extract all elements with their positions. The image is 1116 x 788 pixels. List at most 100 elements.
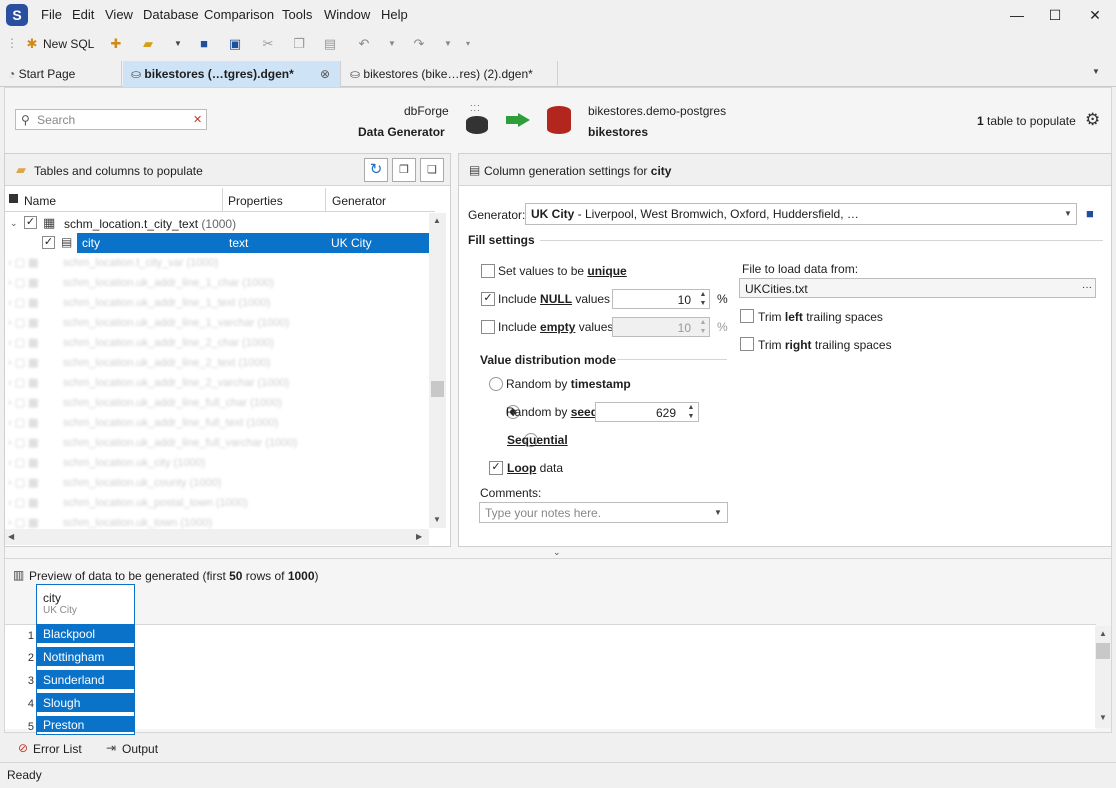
scroll-down-icon[interactable]: ▼ xyxy=(433,515,441,524)
comments-dropdown-icon[interactable]: ▼ xyxy=(714,503,722,523)
error-list-tab[interactable]: Error List xyxy=(33,742,82,756)
open-dropdown-icon[interactable]: ▼ xyxy=(170,36,186,52)
list-item[interactable]: › ▢ ▦ schm_location.uk_addr_line_full_cha… xyxy=(8,393,428,413)
cut-icon[interactable]: ✂ xyxy=(260,36,276,52)
preview-scroll-down-icon[interactable]: ▼ xyxy=(1099,713,1107,722)
tab-bikestores-active[interactable]: ⛀ bikestores (…tgres).dgen* ⊗ xyxy=(123,61,341,87)
horizontal-scrollbar[interactable] xyxy=(5,529,429,545)
redo-icon[interactable]: ↷ xyxy=(411,36,427,52)
open-folder-icon[interactable]: ▰ xyxy=(140,36,156,52)
menu-window[interactable]: Window xyxy=(324,7,370,22)
column-header-generator[interactable]: Generator xyxy=(332,194,386,208)
target-database: bikestores xyxy=(588,125,649,139)
table-grid-icon: ▦ xyxy=(43,215,56,230)
new-sql-button[interactable]: New SQL xyxy=(43,37,94,51)
status-bar xyxy=(0,762,1116,788)
selected-column-row[interactable]: city text UK City xyxy=(77,233,429,253)
preview-cell[interactable]: Nottingham xyxy=(37,647,134,668)
paste-icon[interactable]: ▤ xyxy=(322,36,338,52)
null-percent-input[interactable]: 10 xyxy=(612,289,710,309)
scroll-left-icon[interactable]: ◀ xyxy=(8,532,14,541)
status-text: Ready xyxy=(7,768,42,782)
trim-left-checkbox[interactable] xyxy=(740,309,754,323)
tabs-dropdown-icon[interactable]: ▼ xyxy=(1092,67,1100,76)
list-item[interactable]: › ▢ ▦ schm_location.t_city_var (1000) xyxy=(8,253,428,273)
unique-checkbox[interactable] xyxy=(481,264,495,278)
clear-search-icon[interactable]: ✕ xyxy=(193,110,202,130)
refresh-button[interactable]: ↻ xyxy=(364,158,388,182)
scroll-up-icon[interactable]: ▲ xyxy=(433,216,441,225)
list-item[interactable]: › ▢ ▦ schm_location.uk_addr_line_1_varcha… xyxy=(8,313,428,333)
preview-cell[interactable]: Blackpool xyxy=(37,624,134,645)
save-icon[interactable]: ■ xyxy=(196,36,212,52)
menu-help[interactable]: Help xyxy=(381,7,408,22)
redo-dropdown-icon[interactable]: ▼ xyxy=(440,36,456,52)
menu-file[interactable]: File xyxy=(41,7,62,22)
maximize-button[interactable]: ☐ xyxy=(1040,4,1070,26)
table-checkbox[interactable]: ✓ xyxy=(24,216,37,229)
preview-scroll-thumb[interactable] xyxy=(1096,643,1110,659)
copy-icon[interactable]: ❐ xyxy=(291,36,307,52)
undo-icon[interactable]: ↶ xyxy=(356,36,372,52)
empty-percent-input[interactable]: 10 xyxy=(612,317,710,337)
column-header-properties[interactable]: Properties xyxy=(228,194,283,208)
menu-view[interactable]: View xyxy=(105,7,133,22)
close-button[interactable]: ✕ xyxy=(1080,4,1110,26)
include-empty-checkbox[interactable] xyxy=(481,320,495,334)
preview-scroll-up-icon[interactable]: ▲ xyxy=(1099,629,1107,638)
seed-spinner[interactable]: ▲ ▼ xyxy=(685,403,697,421)
preview-cell[interactable]: Preston xyxy=(37,716,134,734)
column-header-name[interactable]: Name xyxy=(24,194,56,208)
loop-data-checkbox[interactable]: ✓ xyxy=(489,461,503,475)
list-item[interactable]: › ▢ ▦ schm_location.uk_addr_line_2_varcha… xyxy=(8,373,428,393)
menu-comparison[interactable]: Comparison xyxy=(204,7,274,22)
splitter-chevron-icon[interactable]: ⌄ xyxy=(553,547,561,558)
list-item[interactable]: › ▢ ▦ schm_location.uk_addr_line_1_char (… xyxy=(8,273,428,293)
scrollbar-thumb[interactable] xyxy=(431,381,444,397)
list-item[interactable]: › ▢ ▦ schm_location.uk_addr_line_2_char (… xyxy=(8,333,428,353)
search-input[interactable]: ⚲ Search ✕ xyxy=(15,109,207,130)
table-row-name[interactable]: schm_location.t_city_text (1000) xyxy=(64,217,236,231)
trim-right-checkbox[interactable] xyxy=(740,337,754,351)
menu-edit[interactable]: Edit xyxy=(72,7,94,22)
generator-select[interactable]: UK City - Liverpool, West Bromwich, Oxfo… xyxy=(525,203,1077,225)
menu-tools[interactable]: Tools xyxy=(282,7,312,22)
settings-gear-icon[interactable]: ⚙ xyxy=(1085,110,1100,130)
empty-percent-spinner[interactable]: ▲ ▼ xyxy=(697,318,709,336)
undo-dropdown-icon[interactable]: ▼ xyxy=(384,36,400,52)
collapse-chevron-icon[interactable]: ⌄ xyxy=(10,218,18,229)
list-item[interactable]: › ▢ ▦ schm_location.uk_addr_line_full_tex… xyxy=(8,413,428,433)
preview-cell[interactable]: Sunderland xyxy=(37,670,134,691)
collapse-all-button[interactable]: ❏ xyxy=(420,158,444,182)
new-document-icon[interactable]: ✚ xyxy=(108,36,124,52)
preview-cell[interactable]: Slough xyxy=(37,693,134,714)
output-tab[interactable]: Output xyxy=(122,742,158,756)
minimize-button[interactable]: — xyxy=(1002,4,1032,26)
list-item[interactable]: › ▢ ▦ schm_location.uk_postal_town (1000) xyxy=(8,493,428,513)
generator-dropdown-icon: ▼ xyxy=(1064,209,1072,218)
list-item[interactable]: › ▢ ▦ schm_location.uk_city (1000) xyxy=(8,453,428,473)
toolbar-overflow-icon[interactable]: ▾ xyxy=(460,36,476,52)
browse-file-button[interactable]: ··· xyxy=(1082,278,1092,298)
seed-input[interactable]: 629 xyxy=(595,402,699,422)
save-all-icon[interactable]: ▣ xyxy=(227,36,243,52)
vertical-scrollbar[interactable] xyxy=(429,213,446,528)
list-item[interactable]: › ▢ ▦ schm_location.uk_county (1000) xyxy=(8,473,428,493)
random-timestamp-radio[interactable] xyxy=(489,377,503,391)
save-generator-icon[interactable]: ■ xyxy=(1086,206,1094,221)
null-percent-spinner[interactable]: ▲ ▼ xyxy=(697,290,709,308)
column-checkbox[interactable]: ✓ xyxy=(42,236,55,249)
tab-close-icon[interactable]: ⊗ xyxy=(320,61,330,87)
menu-database[interactable]: Database xyxy=(143,7,199,22)
comments-input[interactable]: Type your notes here. ▼ xyxy=(479,502,728,523)
list-item[interactable]: › ▢ ▦ schm_location.uk_addr_line_2_text (… xyxy=(8,353,428,373)
include-null-checkbox[interactable]: ✓ xyxy=(481,292,495,306)
list-item[interactable]: › ▢ ▦ schm_location.uk_addr_line_full_var… xyxy=(8,433,428,453)
expand-all-button[interactable]: ❐ xyxy=(392,158,416,182)
select-all-checkbox[interactable] xyxy=(9,194,18,203)
tab-start-page[interactable]: ◔ Start Page xyxy=(0,61,122,87)
scroll-right-icon[interactable]: ▶ xyxy=(416,532,422,541)
tab-bikestores-2[interactable]: ⛀ bikestores (bike…res) (2).dgen* xyxy=(342,61,558,87)
file-path-input[interactable]: UKCities.txt ··· xyxy=(739,278,1096,298)
list-item[interactable]: › ▢ ▦ schm_location.uk_addr_line_1_text (… xyxy=(8,293,428,313)
